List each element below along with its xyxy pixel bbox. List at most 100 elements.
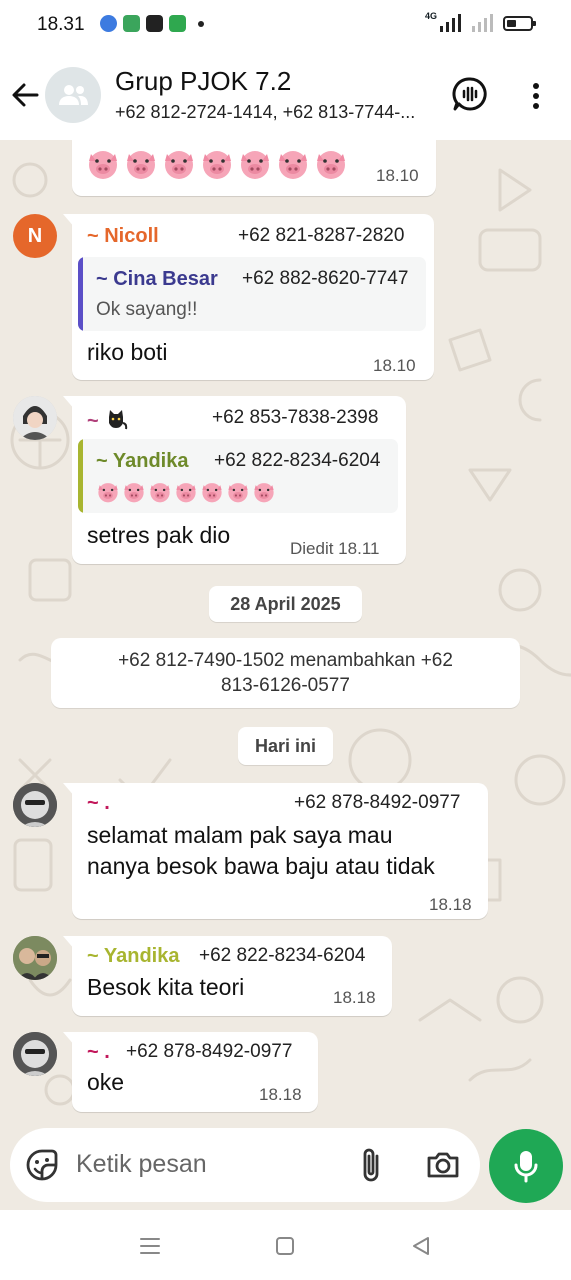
sender-tilde: ~: [87, 410, 99, 432]
notification-app-icon: [100, 15, 117, 32]
pig-face-emoji: [228, 483, 248, 503]
more-vert-icon: [533, 83, 539, 109]
back-nav-icon[interactable]: [410, 1235, 432, 1257]
pig-face-emoji: [254, 483, 274, 503]
chat-app-icon: [169, 15, 186, 32]
avatar-letter: N: [27, 224, 43, 247]
message-bubble[interactable]: 18.10: [72, 140, 436, 196]
profile-photo: [13, 783, 57, 827]
notification-icons: [100, 15, 204, 32]
bubble-tail: [63, 214, 75, 228]
battery-icon: [503, 15, 536, 31]
message-composer[interactable]: Ketik pesan: [10, 1128, 480, 1202]
voice-record-button[interactable]: [489, 1129, 563, 1203]
attach-icon[interactable]: [357, 1146, 385, 1184]
quoted-message[interactable]: ~ Cina Besar +62 882-8620-7747 Ok sayang…: [78, 257, 426, 331]
sender-phone: +62 821-8287-2820: [238, 225, 405, 246]
message-text: setres pak dio: [87, 522, 231, 548]
message-time: 18.10: [376, 166, 419, 185]
message-time: Diedit 18.11: [290, 539, 380, 558]
signal-icon: [440, 14, 461, 32]
group-title[interactable]: Grup PJOK 7.2: [115, 66, 291, 97]
message-bubble[interactable]: ~ +62 853-7838-2398 ~ Yandika +62 822-82…: [63, 396, 406, 564]
pig-face-emoji: [150, 483, 170, 503]
pig-face-emoji: [202, 483, 222, 503]
notification-app-icon: [123, 15, 140, 32]
sender-name[interactable]: ~: [87, 407, 128, 433]
system-message-line: 813-6126-0577: [221, 675, 350, 696]
sender-avatar[interactable]: N: [13, 214, 57, 258]
sender-avatar[interactable]: [13, 396, 57, 440]
arrow-left-icon: [12, 83, 39, 107]
black-cat-emoji: [109, 410, 128, 430]
pig-face-emoji: [176, 483, 196, 503]
sender-avatar[interactable]: [13, 936, 57, 980]
more-options-button[interactable]: [530, 82, 542, 115]
sender-name[interactable]: ~ Yandika: [87, 945, 179, 968]
more-notifications-icon: [198, 20, 204, 27]
signal-icon: [472, 14, 493, 32]
pig-face-emoji: [279, 151, 307, 179]
profile-photo: [13, 936, 57, 980]
sender-avatar[interactable]: [13, 1032, 57, 1076]
voice-chat-button[interactable]: [452, 76, 488, 117]
message-input[interactable]: Ketik pesan: [76, 1150, 207, 1179]
recent-apps-icon[interactable]: [139, 1236, 161, 1256]
system-indicators: 4G: [424, 11, 536, 32]
audio-wave-icon: [452, 77, 487, 111]
pig-face-emoji: [127, 151, 155, 179]
pig-face-emoji: [241, 151, 269, 179]
quoted-message[interactable]: ~ Yandika +62 822-8234-6204: [78, 439, 398, 513]
pig-face-emoji: [203, 151, 231, 179]
message-text: selamat malam pak saya mau: [87, 822, 393, 848]
quoted-emoji-row: [96, 481, 278, 503]
system-nav-bar: [0, 1210, 571, 1280]
quoted-phone: +62 882-8620-7747: [242, 268, 409, 289]
profile-photo: [13, 1032, 57, 1076]
quote-bar: [78, 257, 83, 331]
system-message-line: +62 812-7490-1502 menambahkan +62: [118, 650, 453, 671]
back-button[interactable]: [10, 80, 40, 115]
chat-area[interactable]: 18.10 N ~ Nicoll +62 821-8287-2820 ~ Cin…: [0, 140, 571, 1128]
microphone-icon: [514, 1151, 538, 1183]
system-message: +62 812-7490-1502 menambahkan +62 813-61…: [51, 638, 520, 708]
bubble-tail: [63, 783, 75, 797]
message-bubble[interactable]: ~ Yandika +62 822-8234-6204 Besok kita t…: [63, 936, 392, 1016]
quoted-sender: ~ Cina Besar: [96, 268, 218, 290]
sender-name[interactable]: ~ .: [87, 1041, 110, 1064]
group-members[interactable]: +62 812-2724-1414, +62 813-7744-...: [115, 102, 435, 123]
date-separator: Hari ini: [238, 727, 333, 765]
pig-face-emoji: [98, 483, 118, 503]
pig-face-emoji: [317, 151, 345, 179]
message-bubble[interactable]: ~ . +62 878-8492-0977 selamat malam pak …: [63, 783, 488, 919]
pig-face-emoji: [165, 151, 193, 179]
home-icon[interactable]: [274, 1235, 296, 1257]
camera-icon[interactable]: [426, 1150, 460, 1180]
shop-bag-icon: [146, 15, 163, 32]
group-avatar[interactable]: [45, 67, 101, 123]
sender-phone: +62 878-8492-0977: [294, 792, 461, 813]
message-time: 18.18: [333, 988, 376, 1007]
network-type: 4G: [424, 11, 437, 21]
quoted-sender: ~ Yandika: [96, 450, 189, 472]
sender-phone: +62 878-8492-0977: [126, 1041, 293, 1062]
bubble-tail: [63, 1032, 75, 1046]
pig-face-emoji: [124, 483, 144, 503]
message-text: oke: [87, 1069, 125, 1095]
message-bubble[interactable]: ~ . +62 878-8492-0977 oke 18.18: [63, 1032, 318, 1112]
emoji-row: [86, 148, 352, 180]
profile-photo: [13, 396, 57, 440]
sender-avatar[interactable]: [13, 783, 57, 827]
sticker-icon[interactable]: [24, 1147, 60, 1183]
message-bubble[interactable]: ~ Nicoll +62 821-8287-2820 ~ Cina Besar …: [63, 214, 434, 380]
sender-name[interactable]: ~ Nicoll: [87, 225, 159, 248]
message-text: riko boti: [87, 339, 168, 365]
status-bar: 18.31 4G: [0, 0, 571, 52]
chat-header: Grup PJOK 7.2 +62 812-2724-1414, +62 813…: [0, 52, 571, 140]
sender-name[interactable]: ~ .: [87, 792, 110, 815]
status-time: 18.31: [37, 14, 85, 35]
bubble-tail: [63, 396, 75, 410]
bubble-tail: [63, 936, 75, 950]
sender-phone: +62 822-8234-6204: [199, 945, 366, 966]
message-time: 18.10: [373, 356, 416, 375]
